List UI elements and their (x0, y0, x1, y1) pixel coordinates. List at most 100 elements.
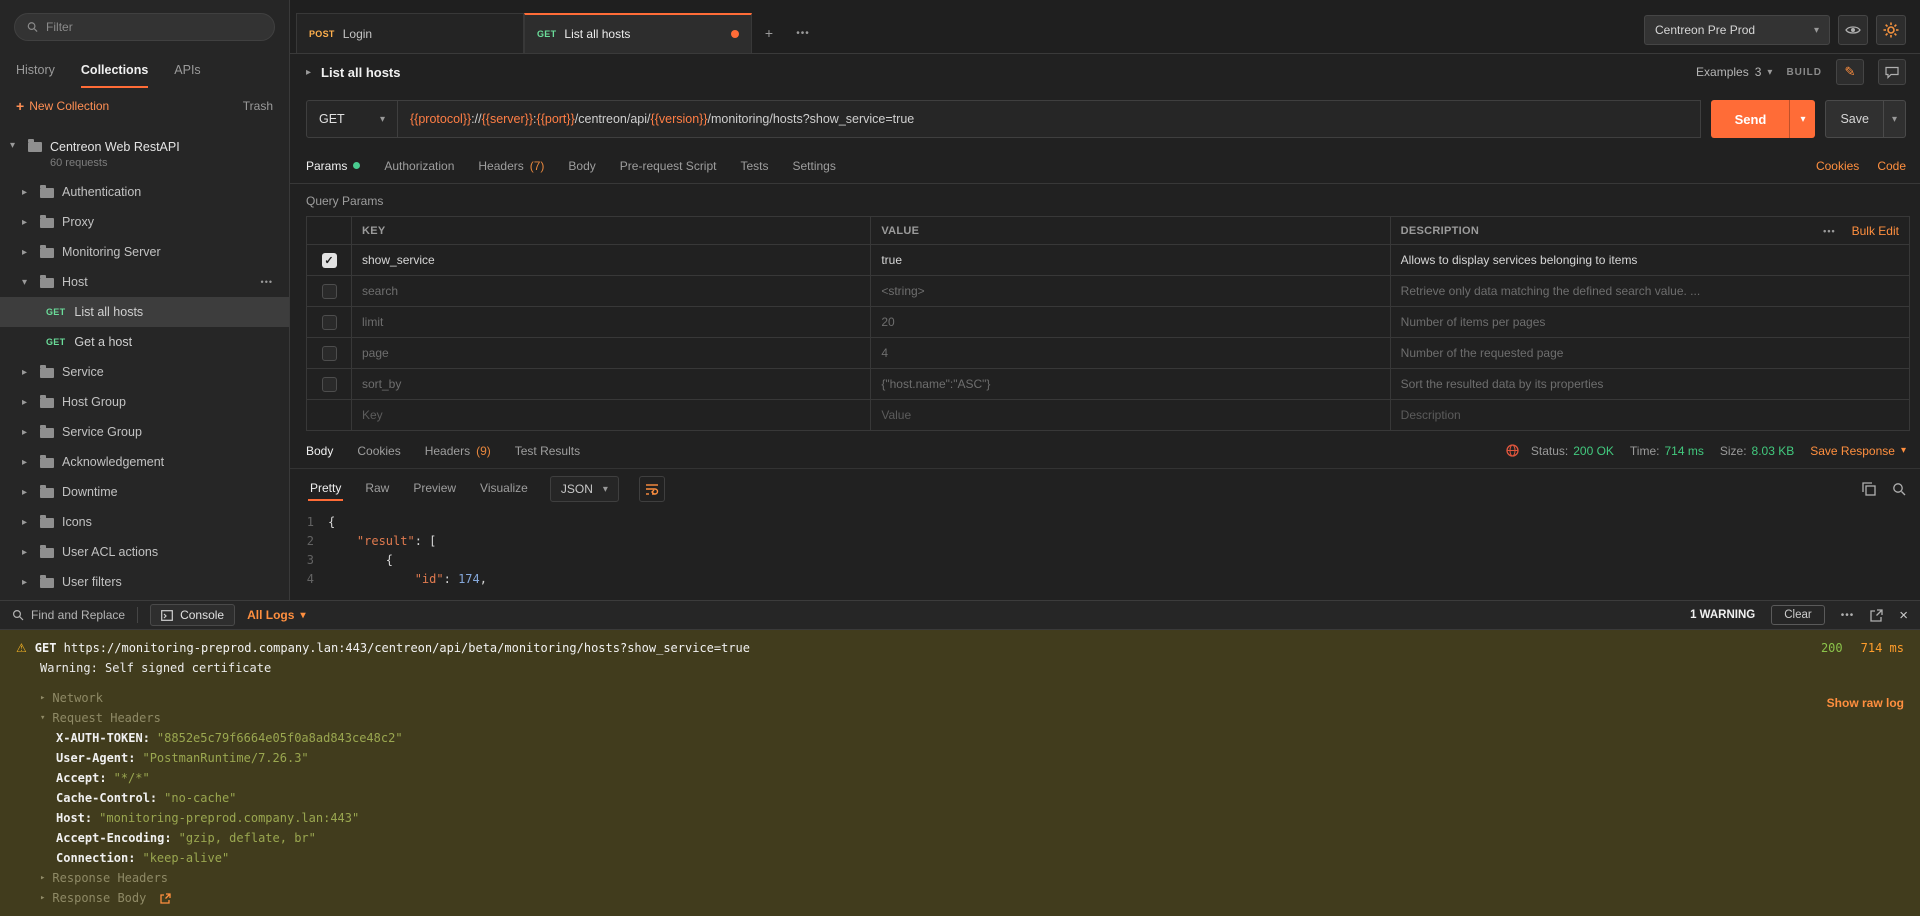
console-tab[interactable]: Console (150, 604, 235, 626)
view-tab-visualize[interactable]: Visualize (478, 477, 530, 501)
response-body-editor[interactable]: 1{ 2 "result": [ 3 { 4 "id": 174, (290, 509, 1920, 600)
param-key[interactable]: Key (351, 400, 870, 430)
close-console-button[interactable]: × (1899, 607, 1908, 624)
param-checkbox[interactable] (322, 315, 337, 330)
response-tab-body[interactable]: Body (306, 444, 333, 458)
param-key[interactable]: search (351, 276, 870, 306)
request-list-all-hosts[interactable]: GET List all hosts (0, 297, 289, 327)
view-tab-preview[interactable]: Preview (411, 477, 458, 501)
new-collection-button[interactable]: + New Collection (16, 98, 109, 114)
copy-icon[interactable] (1862, 482, 1876, 496)
folder-acknowledgement[interactable]: ▸ Acknowledgement (0, 447, 289, 477)
chevron-right-icon[interactable]: ▸ (306, 67, 311, 78)
response-body-group[interactable]: ▸ Response Body (0, 888, 1920, 908)
send-options-button[interactable]: ▾ (1789, 100, 1815, 138)
show-raw-log-link[interactable]: Show raw log (1827, 696, 1904, 710)
tab-body[interactable]: Body (568, 159, 595, 173)
settings-button[interactable] (1876, 15, 1906, 45)
method-selector[interactable]: GET ▾ (306, 100, 398, 138)
comments-button[interactable] (1878, 59, 1906, 85)
save-button[interactable]: Save ▾ (1825, 100, 1906, 138)
tab-tests[interactable]: Tests (740, 159, 768, 173)
folder-monitoring-server[interactable]: ▸ Monitoring Server (0, 237, 289, 267)
sidebar-tab-apis[interactable]: APIs (174, 54, 200, 88)
open-in-new-window-icon[interactable] (1870, 609, 1883, 622)
param-description[interactable]: Description (1390, 400, 1909, 430)
tab-settings[interactable]: Settings (793, 159, 836, 173)
network-group[interactable]: ▸ Network (0, 688, 1920, 708)
wrap-text-button[interactable] (639, 476, 665, 502)
response-headers-group[interactable]: ▸ Response Headers (0, 868, 1920, 888)
tab-options-button[interactable]: ••• (786, 13, 820, 53)
filter-box[interactable] (14, 13, 275, 41)
console-more-button[interactable]: ••• (1841, 610, 1855, 621)
param-value[interactable]: 4 (870, 338, 1389, 368)
save-response-button[interactable]: Save Response ▾ (1810, 444, 1906, 458)
param-key[interactable]: show_service (351, 245, 870, 275)
code-link[interactable]: Code (1877, 159, 1906, 173)
params-more-button[interactable]: ••• (1823, 226, 1835, 236)
param-value[interactable]: {"host.name":"ASC"} (870, 369, 1389, 399)
external-link-icon[interactable] (160, 893, 171, 904)
param-key[interactable]: limit (351, 307, 870, 337)
send-button[interactable]: Send (1711, 100, 1789, 138)
trash-button[interactable]: Trash (243, 99, 273, 113)
url-input[interactable]: {{protocol}}://{{server}}:{{port}}/centr… (398, 100, 1701, 138)
sidebar-tab-history[interactable]: History (16, 54, 55, 88)
console-request-line[interactable]: ⚠ GET https://monitoring-preprod.company… (0, 638, 1920, 658)
folder-downtime[interactable]: ▸ Downtime (0, 477, 289, 507)
param-value[interactable]: <string> (870, 276, 1389, 306)
tab-headers[interactable]: Headers (7) (478, 159, 544, 173)
response-tab-cookies[interactable]: Cookies (357, 444, 400, 458)
view-tab-raw[interactable]: Raw (363, 477, 391, 501)
search-response-icon[interactable] (1892, 482, 1906, 496)
response-tab-test-results[interactable]: Test Results (515, 444, 580, 458)
param-description[interactable]: Number of the requested page (1390, 338, 1909, 368)
param-value[interactable]: Value (870, 400, 1389, 430)
folder-user-acl-actions[interactable]: ▸ User ACL actions (0, 537, 289, 567)
folder-host-group[interactable]: ▸ Host Group (0, 387, 289, 417)
folder-host[interactable]: ▾ Host ••• (0, 267, 289, 297)
open-tab-login[interactable]: POST Login (296, 13, 524, 53)
time-value[interactable]: 714 ms (1664, 444, 1703, 458)
tab-pre-request-script[interactable]: Pre-request Script (620, 159, 717, 173)
size-value[interactable]: 8.03 KB (1752, 444, 1795, 458)
environment-selector[interactable]: Centreon Pre Prod ▾ (1644, 15, 1830, 45)
param-checkbox[interactable] (322, 377, 337, 392)
tab-params[interactable]: Params (306, 159, 360, 173)
find-and-replace-button[interactable]: Find and Replace (12, 608, 125, 622)
param-description[interactable]: Allows to display services belonging to … (1390, 245, 1909, 275)
examples-dropdown[interactable]: Examples 3 ▾ (1696, 65, 1772, 79)
open-tab-list-all-hosts[interactable]: GET List all hosts (524, 13, 752, 53)
param-description[interactable]: Number of items per pages (1390, 307, 1909, 337)
environment-quick-look-button[interactable] (1838, 15, 1868, 45)
clear-console-button[interactable]: Clear (1771, 605, 1824, 625)
view-tab-pretty[interactable]: Pretty (308, 477, 343, 501)
folder-proxy[interactable]: ▸ Proxy (0, 207, 289, 237)
param-key[interactable]: sort_by (351, 369, 870, 399)
new-tab-button[interactable]: + (752, 13, 786, 53)
param-key[interactable]: page (351, 338, 870, 368)
request-headers-group[interactable]: ▾ Request Headers (0, 708, 1920, 728)
param-checkbox[interactable] (322, 346, 337, 361)
folder-service[interactable]: ▸ Service (0, 357, 289, 387)
format-selector[interactable]: JSON ▾ (550, 476, 619, 502)
folder-options-icon[interactable]: ••• (261, 277, 289, 287)
cookies-link[interactable]: Cookies (1816, 159, 1859, 173)
folder-service-group[interactable]: ▸ Service Group (0, 417, 289, 447)
request-get-a-host[interactable]: GET Get a host (0, 327, 289, 357)
param-checkbox[interactable]: ✓ (322, 253, 337, 268)
param-value[interactable]: true (870, 245, 1389, 275)
param-description[interactable]: Sort the resulted data by its properties (1390, 369, 1909, 399)
collection-root[interactable]: ▾ Centreon Web RestAPI 60 requests (0, 136, 289, 177)
param-description[interactable]: Retrieve only data matching the defined … (1390, 276, 1909, 306)
sidebar-tab-collections[interactable]: Collections (81, 54, 148, 88)
edit-request-button[interactable]: ✎ (1836, 59, 1864, 85)
folder-icons[interactable]: ▸ Icons (0, 507, 289, 537)
bulk-edit-button[interactable]: Bulk Edit (1852, 224, 1899, 238)
param-checkbox[interactable] (322, 284, 337, 299)
log-level-filter[interactable]: All Logs ▾ (247, 608, 305, 622)
response-tab-headers[interactable]: Headers (9) (425, 444, 491, 458)
tab-authorization[interactable]: Authorization (384, 159, 454, 173)
folder-user-filters[interactable]: ▸ User filters (0, 567, 289, 597)
